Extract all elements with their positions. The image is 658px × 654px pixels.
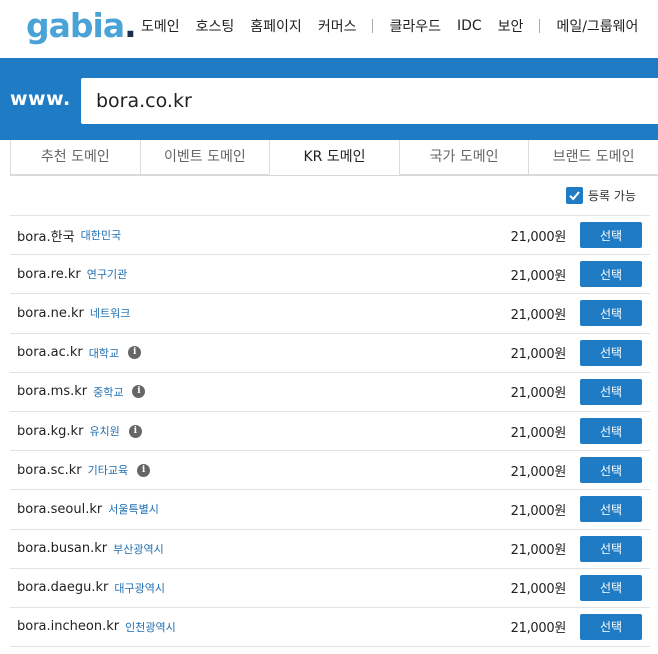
domain-row: bora.한국 대한민국 21,000원 선택	[10, 216, 650, 256]
site-header: gabia. 도메인 호스팅 홈페이지 커머스 클라우드 IDC 보안 메일/그…	[0, 0, 658, 58]
domain-description: 대한민국	[80, 229, 122, 243]
domain-row: bora.kg.kr 유치원 i 21,000원 선택	[10, 412, 650, 452]
domain-tabs: 추천 도메인 이벤트 도메인 KR 도메인 국가 도메인 브랜드 도메인	[10, 140, 658, 176]
domain-name: bora.busan.kr	[17, 541, 108, 557]
domain-name: bora.ac.kr	[17, 345, 83, 361]
nav-cloud[interactable]: 클라우드	[389, 16, 441, 36]
available-filter: 등록 가능	[566, 187, 636, 204]
select-button[interactable]: 선택	[580, 418, 642, 445]
price: 21,000원	[510, 386, 567, 402]
select-button[interactable]: 선택	[580, 535, 642, 562]
price: 21,000원	[510, 582, 567, 598]
select-button[interactable]: 선택	[580, 378, 642, 405]
info-icon[interactable]: i	[128, 346, 142, 360]
nav-security[interactable]: 보안	[498, 16, 524, 36]
select-button[interactable]: 선택	[580, 339, 642, 366]
select-button[interactable]: 선택	[580, 222, 642, 249]
select-button[interactable]: 선택	[580, 574, 642, 601]
domain-search-input[interactable]	[81, 78, 658, 124]
domain-row: bora.sc.kr 기타교육 i 21,000원 선택	[10, 451, 650, 491]
domain-description: 인천광역시	[125, 620, 176, 634]
nav-hosting[interactable]: 호스팅	[196, 16, 235, 36]
domain-name: bora.incheon.kr	[17, 619, 120, 635]
domain-description: 부산광역시	[113, 542, 164, 556]
info-icon[interactable]: i	[132, 385, 146, 399]
domain-row: bora.ac.kr 대학교 i 21,000원 선택	[10, 334, 650, 373]
checkmark-icon	[569, 191, 580, 201]
domain-description: 유치원	[89, 425, 120, 439]
domain-list: bora.한국 대한민국 21,000원 선택 bora.re.kr 연구기관 21,000…	[10, 215, 650, 648]
domain-row: bora.re.kr 연구기관 21,000원 선택	[10, 255, 650, 295]
info-icon[interactable]: i	[137, 463, 151, 477]
domain-name: bora.re.kr	[17, 266, 81, 282]
select-button[interactable]: 선택	[580, 300, 642, 327]
nav-homepage[interactable]: 홈페이지	[250, 16, 302, 36]
logo-dot: .	[124, 6, 137, 45]
nav-idc[interactable]: IDC	[457, 18, 482, 34]
select-button[interactable]: 선택	[580, 613, 642, 640]
domain-description: 기타교육	[87, 464, 129, 478]
info-icon[interactable]: i	[128, 424, 142, 438]
tab-kr-domain[interactable]: KR 도메인	[269, 140, 400, 175]
tab-event[interactable]: 이벤트 도메인	[139, 140, 271, 175]
price: 21,000원	[510, 503, 567, 519]
domain-row: bora.busan.kr 부산광역시 21,000원 선택	[10, 530, 650, 569]
select-button[interactable]: 선택	[580, 457, 642, 484]
price: 21,000원	[510, 464, 567, 480]
domain-description: 연구기관	[86, 268, 128, 282]
nav-mail-groupware[interactable]: 메일/그룹웨어	[556, 16, 638, 36]
price: 21,000원	[510, 229, 567, 245]
nav-commerce[interactable]: 커머스	[318, 16, 357, 36]
logo-text: gabia	[26, 6, 125, 45]
domain-name: bora.seoul.kr	[17, 501, 103, 517]
domain-description: 서울특별시	[108, 503, 159, 517]
domain-description: 대학교	[88, 346, 120, 360]
price: 21,000원	[510, 347, 567, 363]
search-band: www.	[0, 58, 658, 140]
www-prefix: www.	[10, 88, 71, 110]
domain-row: bora.incheon.kr 인천광역시 21,000원 선택	[10, 608, 650, 648]
domain-row: bora.seoul.kr 서울특별시 21,000원 선택	[10, 490, 650, 530]
domain-row: bora.ms.kr 중학교 i 21,000원 선택	[10, 373, 650, 412]
domain-description: 중학교	[93, 385, 124, 399]
price: 21,000원	[510, 621, 567, 637]
available-checkbox[interactable]	[566, 187, 584, 204]
main-nav: 도메인 호스팅 홈페이지 커머스 클라우드 IDC 보안 메일/그룹웨어	[141, 14, 654, 38]
domain-name: bora.ms.kr	[17, 384, 88, 400]
domain-name: bora.kg.kr	[17, 423, 84, 439]
select-button[interactable]: 선택	[580, 261, 642, 288]
tab-country[interactable]: 국가 도메인	[398, 140, 530, 175]
nav-divider	[372, 19, 374, 33]
domain-row: bora.ne.kr 네트워크 21,000원 선택	[10, 294, 650, 334]
domain-description: 네트워크	[89, 307, 131, 321]
gabia-logo[interactable]: gabia.	[26, 4, 137, 48]
domain-name: bora.daegu.kr	[17, 580, 109, 596]
domain-name: bora.ne.kr	[17, 305, 84, 321]
nav-domain[interactable]: 도메인	[141, 16, 180, 36]
domain-description: 대구광역시	[114, 581, 165, 595]
nav-divider	[539, 19, 541, 33]
tab-recommended[interactable]: 추천 도메인	[10, 140, 141, 175]
price: 21,000원	[510, 307, 567, 323]
select-button[interactable]: 선택	[580, 496, 642, 523]
tab-brand[interactable]: 브랜드 도메인	[528, 140, 658, 175]
domain-name: bora.sc.kr	[17, 462, 82, 478]
available-label: 등록 가능	[588, 189, 636, 203]
domain-name: bora.한국	[17, 229, 75, 245]
price: 21,000원	[510, 543, 567, 559]
price: 21,000원	[510, 268, 567, 284]
price: 21,000원	[510, 425, 567, 441]
domain-row: bora.daegu.kr 대구광역시 21,000원 선택	[10, 569, 650, 608]
